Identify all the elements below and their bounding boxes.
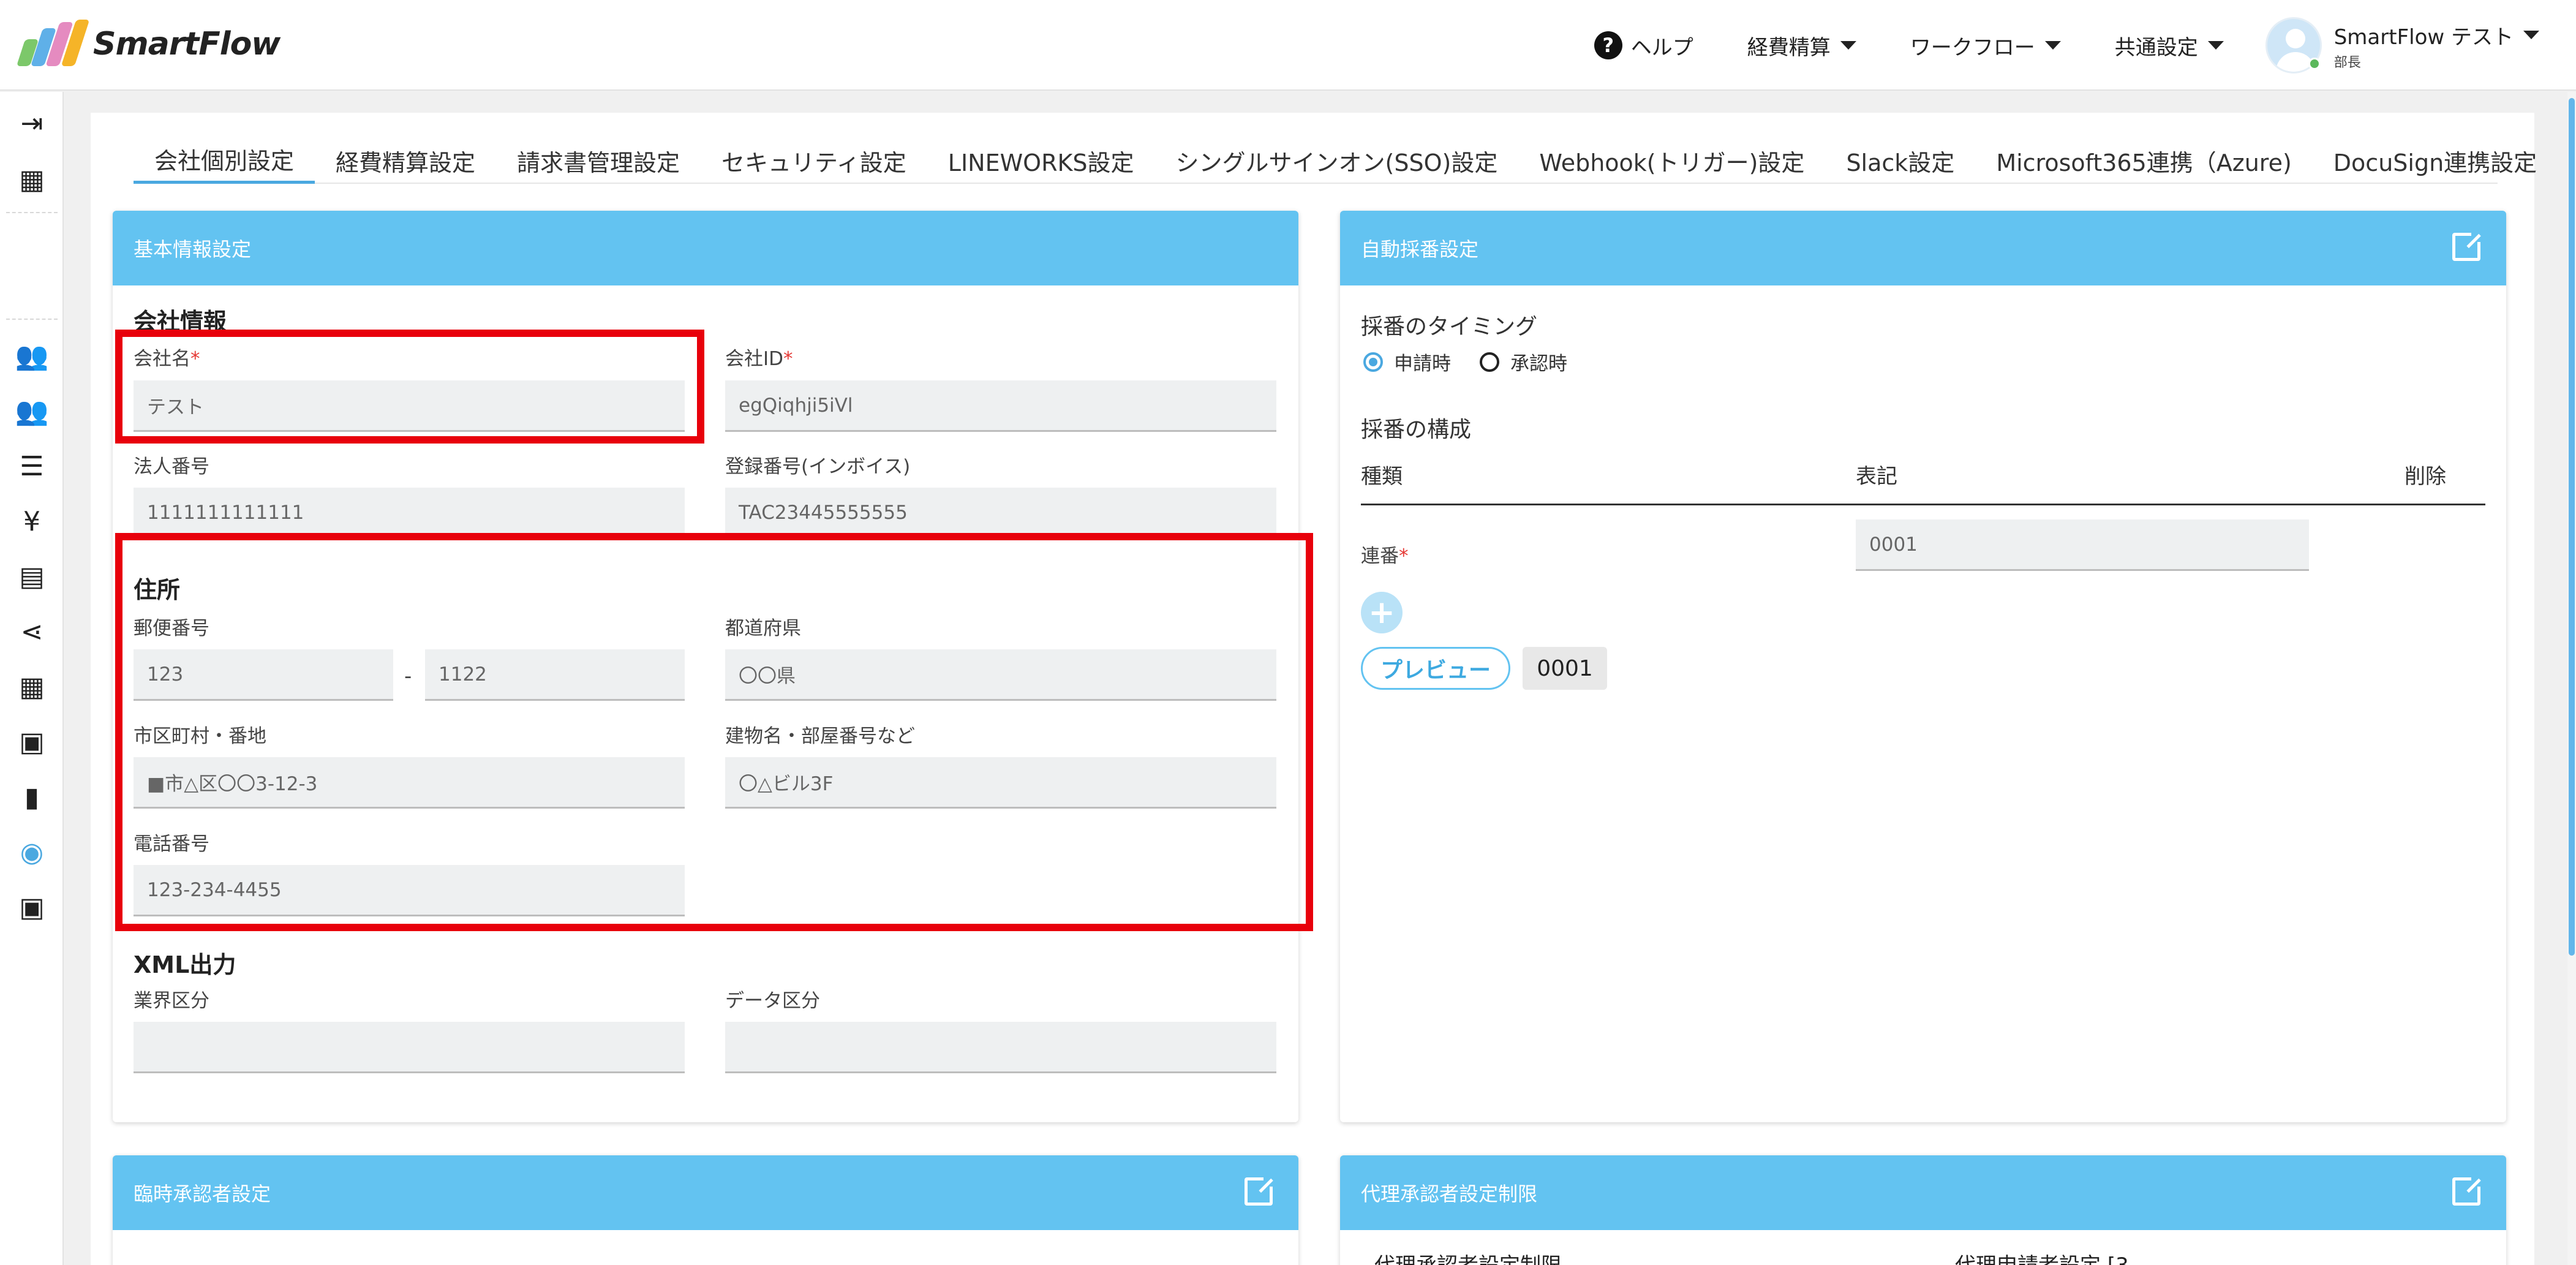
timing-label: 採番のタイミング: [1361, 314, 1538, 339]
timing-radio-approve[interactable]: 承認時: [1480, 348, 1567, 376]
caret-down-icon: [2044, 41, 2061, 50]
settings-tabs: 会社個別設定 経費精算設定 請求書管理設定 セキュリティ設定 LINEWORKS…: [134, 137, 2537, 184]
temp-approver-card: 臨時承認者設定: [113, 1155, 1298, 1265]
col-type-header: 種類: [1361, 464, 1403, 489]
wallet-icon[interactable]: ▣: [0, 886, 64, 930]
tab-sso[interactable]: シングルサインオン(SSO)設定: [1155, 137, 1519, 184]
company-id-field[interactable]: egQiqhji5iVl: [725, 380, 1276, 432]
composition-label: 採番の構成: [1361, 417, 1472, 442]
sidebar: ⇥ ▦ 👥 👥 ☰ ¥ ▤ ⋖ ▦ ▣ ▮ ◉ ▣: [0, 92, 64, 1265]
tab-microsoft365[interactable]: Microsoft365連携（Azure): [1975, 137, 2312, 184]
proxy-applicant-label: 代理申請者設定 [3: [1955, 1248, 2129, 1265]
proxy-approver-card: 代理承認者設定制限 代理承認者設定制限 代理申請者設定 [3: [1340, 1155, 2506, 1265]
main-content: 会社個別設定 経費精算設定 請求書管理設定 セキュリティ設定 LINEWORKS…: [91, 113, 2537, 1265]
company-id-label: 会社ID*: [725, 348, 793, 370]
building-icon[interactable]: ▦: [0, 158, 64, 202]
user-group-icon[interactable]: 👥: [0, 390, 64, 434]
industry-label: 業界区分: [134, 990, 209, 1012]
radio-checked-icon: [1363, 352, 1383, 372]
basic-info-header: 基本情報設定: [113, 211, 1298, 285]
library-icon[interactable]: ▣: [0, 720, 64, 765]
registration-number-label: 登録番号(インボイス): [725, 456, 911, 478]
menu-workflow-label: ワークフロー: [1910, 35, 2035, 60]
user-role: 部長: [2333, 55, 2361, 70]
caret-down-icon: [2523, 31, 2539, 39]
add-row-button[interactable]: +: [1361, 592, 1403, 633]
row-type-label: 連番*: [1361, 545, 1409, 567]
menu-expense[interactable]: 経費精算: [1747, 31, 1856, 61]
document-icon[interactable]: ▮: [0, 776, 64, 820]
preview-value: 0001: [1523, 647, 1607, 690]
open-external-icon[interactable]: [2452, 1176, 2482, 1206]
app-header: SmartFlow ? ヘルプ 経費精算 ワークフロー 共通設定 SmartFl…: [0, 0, 2576, 91]
open-external-icon[interactable]: [1245, 1176, 1275, 1206]
temp-approver-header: 臨時承認者設定: [134, 1182, 271, 1206]
proxy-approver-header: 代理承認者設定制限: [1361, 1182, 1538, 1206]
corp-number-field[interactable]: 1111111111111: [134, 488, 685, 539]
auto-numbering-card: 自動採番設定 採番のタイミング 申請時 承認時 採番の構成 種類 表記 削除 連…: [1340, 211, 2506, 1122]
table-divider: [1361, 504, 2485, 505]
preview-button[interactable]: プレビュー: [1361, 647, 1510, 690]
registration-number-field[interactable]: TAC23445555555: [725, 488, 1276, 539]
users-icon[interactable]: 👥: [0, 334, 64, 379]
tab-docusign[interactable]: DocuSign連携設定: [2313, 137, 2558, 184]
tab-expense[interactable]: 経費精算設定: [315, 137, 496, 184]
corp-number-label: 法人番号: [134, 456, 209, 478]
online-status-icon: [2308, 58, 2321, 70]
auto-numbering-header: 自動採番設定: [1361, 238, 1479, 261]
timing-radio-apply[interactable]: 申請時: [1363, 348, 1451, 376]
app-name: SmartFlow: [93, 26, 281, 62]
highlight-box-company-name: [115, 330, 704, 444]
help-icon: ?: [1594, 31, 1622, 59]
menu-common-settings[interactable]: 共通設定: [2115, 31, 2224, 61]
ledger-icon[interactable]: ▤: [0, 555, 64, 599]
tab-invoice[interactable]: 請求書管理設定: [496, 137, 701, 184]
menu-workflow[interactable]: ワークフロー: [1910, 31, 2061, 61]
palette-icon[interactable]: ◉: [0, 831, 64, 875]
radio-unchecked-icon: [1480, 352, 1499, 372]
user-menu[interactable]: SmartFlow テスト 部長: [2265, 17, 2539, 74]
page-scrollbar[interactable]: [2567, 92, 2576, 1265]
app-logo[interactable]: SmartFlow: [16, 20, 281, 69]
col-delete-header: 削除: [2405, 464, 2446, 489]
col-notation-header: 表記: [1856, 464, 1897, 489]
data-category-label: データ区分: [725, 990, 820, 1012]
caret-down-icon: [2207, 41, 2224, 50]
serial-number-field[interactable]: 0001: [1856, 519, 2309, 571]
proxy-limit-label: 代理承認者設定制限: [1374, 1248, 1562, 1265]
grid-icon[interactable]: ▦: [0, 665, 64, 709]
tab-lineworks[interactable]: LINEWORKS設定: [927, 137, 1155, 184]
list-icon[interactable]: ☰: [0, 445, 64, 489]
xml-section-title: XML出力: [134, 951, 236, 978]
timing-option-approve-label: 承認時: [1510, 353, 1567, 375]
scrollbar-thumb[interactable]: [2569, 98, 2575, 956]
timing-option-apply-label: 申請時: [1394, 353, 1451, 375]
help-link[interactable]: ? ヘルプ: [1594, 31, 1693, 61]
tab-webhook[interactable]: Webhook(トリガー)設定: [1518, 137, 1825, 184]
yen-icon[interactable]: ¥: [0, 500, 64, 544]
tab-company[interactable]: 会社個別設定: [134, 137, 315, 184]
data-category-field[interactable]: [725, 1022, 1276, 1073]
menu-collapse-icon[interactable]: ⇥: [0, 102, 64, 146]
menu-common-settings-label: 共通設定: [2114, 35, 2198, 60]
tab-security[interactable]: セキュリティ設定: [701, 137, 927, 184]
help-label: ヘルプ: [1630, 35, 1693, 60]
user-name: SmartFlow テスト: [2333, 25, 2514, 50]
caret-down-icon: [1840, 41, 1856, 50]
tab-slack[interactable]: Slack設定: [1825, 137, 1975, 184]
highlight-box-address: [115, 533, 1313, 931]
share-icon[interactable]: ⋖: [0, 610, 64, 654]
logo-mark-icon: [16, 20, 90, 69]
open-external-icon[interactable]: [2452, 231, 2482, 261]
menu-expense-label: 経費精算: [1747, 35, 1831, 60]
industry-field[interactable]: [134, 1022, 685, 1073]
